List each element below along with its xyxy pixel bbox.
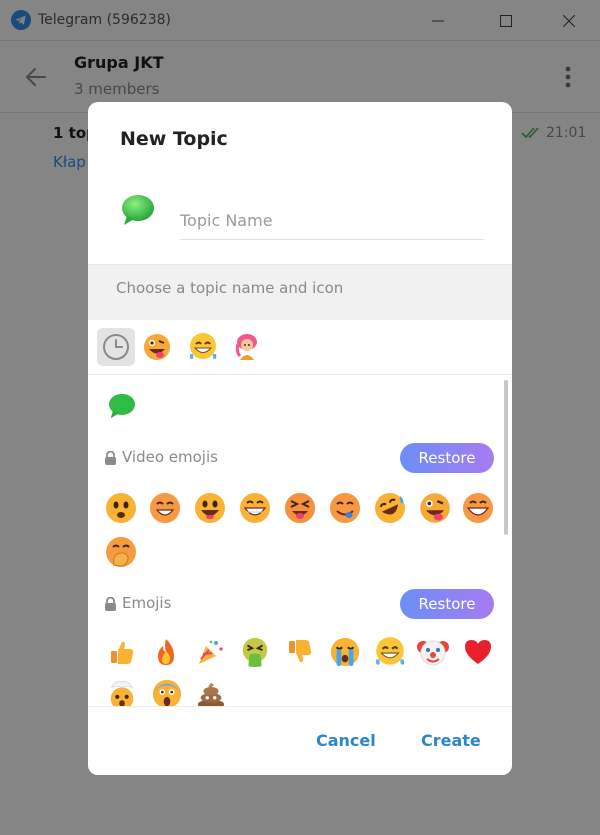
lock-icon [105, 451, 116, 465]
emoji[interactable] [104, 676, 140, 706]
thumbs-down-icon [289, 640, 312, 663]
emoji[interactable] [415, 634, 451, 670]
new-topic-dialog: New Topic Choose a topic name and icon [88, 102, 512, 775]
video-emoji[interactable] [237, 490, 273, 526]
savoring-food-icon [330, 493, 360, 523]
video-emojis-label: Video emojis [122, 448, 218, 466]
clock-icon [103, 334, 129, 360]
selected-topic-icon[interactable] [107, 391, 137, 421]
video-emojis-header: Video emojis Restore [104, 443, 494, 473]
emoji-panel: Video emojis Restore Emojis Restore [88, 376, 512, 706]
hint-text: Choose a topic name and icon [116, 279, 344, 297]
video-emoji[interactable] [460, 490, 496, 526]
emoji[interactable] [104, 634, 140, 670]
emoji[interactable] [149, 676, 185, 706]
grinning-sweat-icon [189, 333, 217, 359]
video-emoji[interactable] [372, 490, 408, 526]
emoji[interactable] [237, 634, 273, 670]
grinning-face-icon [150, 493, 180, 523]
video-emoji[interactable] [327, 490, 363, 526]
screaming-face-icon [152, 679, 182, 706]
video-emoji[interactable] [282, 490, 318, 526]
sweat-smile-icon [375, 637, 405, 665]
hand-over-mouth-icon [106, 537, 136, 567]
emoji[interactable] [192, 634, 228, 670]
emojis-header: Emojis Restore [104, 589, 494, 619]
tab-zany-face[interactable] [138, 328, 176, 366]
emoji[interactable] [148, 634, 184, 670]
speech-bubble-icon [109, 393, 135, 419]
girl-pink-hair-icon [235, 334, 257, 360]
video-emoji[interactable] [147, 490, 183, 526]
squinting-tongue-icon [285, 493, 315, 523]
tab-girl-pink-hair[interactable] [228, 328, 266, 366]
emoji-category-tabs [88, 320, 512, 375]
emoji[interactable] [372, 634, 408, 670]
smiling-face-icon [106, 493, 136, 523]
scrollbar-thumb[interactable] [504, 380, 508, 535]
poop-icon [197, 683, 225, 706]
create-button[interactable]: Create [421, 731, 481, 750]
red-heart-icon [465, 640, 491, 664]
crying-face-icon [330, 637, 360, 667]
video-emoji[interactable] [192, 490, 228, 526]
video-emoji[interactable] [417, 490, 453, 526]
party-popper-icon [199, 640, 223, 664]
lock-icon [105, 597, 116, 611]
thumbs-up-icon [111, 641, 134, 664]
emoji[interactable] [460, 634, 496, 670]
restore-emojis-button[interactable]: Restore [400, 589, 494, 619]
zany-face-icon [420, 493, 450, 523]
tab-recent[interactable] [97, 328, 135, 366]
grinning-big-eyes-icon [195, 493, 225, 523]
tab-grinning-sweat[interactable] [184, 328, 222, 366]
beaming-face-icon [240, 493, 270, 523]
emoji[interactable] [193, 676, 229, 706]
big-grin-icon [463, 493, 493, 523]
zany-face-icon [144, 334, 170, 360]
emoji[interactable] [282, 634, 318, 670]
emoji[interactable] [327, 634, 363, 670]
rolling-laughing-icon [375, 493, 405, 523]
topic-speech-bubble-icon[interactable] [121, 194, 155, 226]
cancel-button[interactable]: Cancel [316, 731, 376, 750]
video-emoji[interactable] [103, 534, 139, 570]
emojis-label: Emojis [122, 594, 172, 612]
exploding-head-icon [110, 680, 134, 706]
vomiting-face-icon [242, 637, 268, 668]
fire-icon [158, 639, 174, 665]
dialog-title: New Topic [120, 128, 228, 150]
dialog-footer: Cancel Create [88, 706, 512, 775]
video-emoji[interactable] [103, 490, 139, 526]
restore-video-emojis-button[interactable]: Restore [400, 443, 494, 473]
clown-face-icon [417, 640, 449, 666]
topic-name-input[interactable] [180, 202, 484, 240]
hint-bar: Choose a topic name and icon [88, 264, 512, 320]
